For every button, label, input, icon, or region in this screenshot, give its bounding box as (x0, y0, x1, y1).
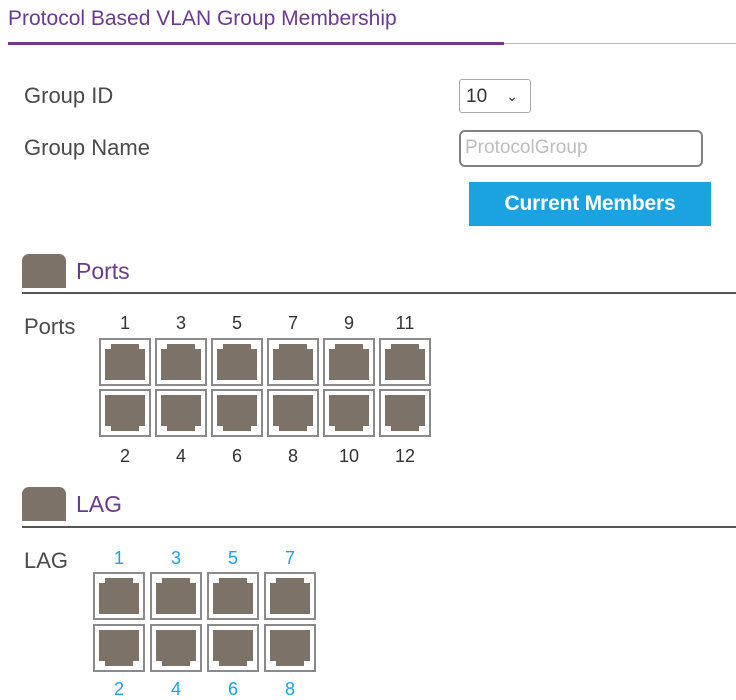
lag-section-title: LAG (76, 491, 123, 517)
port-3[interactable] (155, 338, 207, 386)
port-6[interactable] (211, 389, 263, 437)
port-number: 8 (287, 446, 298, 466)
port-11[interactable] (379, 338, 431, 386)
port-7[interactable] (264, 572, 316, 620)
port-number: 6 (227, 679, 238, 699)
port-number: 7 (287, 313, 298, 333)
port-number: 3 (175, 313, 186, 333)
port-1[interactable] (93, 572, 145, 620)
ports-row-label: Ports (24, 314, 76, 339)
port-number: 7 (284, 548, 295, 568)
port-6[interactable] (207, 624, 259, 672)
port-number: 10 (338, 446, 360, 466)
port-8[interactable] (264, 624, 316, 672)
group-id-select[interactable]: 10 ⌄ (459, 79, 531, 113)
port-12[interactable] (379, 389, 431, 437)
ports-section-title: Ports (76, 258, 130, 284)
title-accent-bar (8, 42, 504, 45)
port-number: 2 (113, 679, 124, 699)
port-5[interactable] (207, 572, 259, 620)
port-number: 6 (231, 446, 242, 466)
port-10[interactable] (323, 389, 375, 437)
lag-section-divider (22, 526, 736, 528)
port-number: 5 (227, 548, 238, 568)
port-number: 1 (113, 548, 124, 568)
port-icon (22, 254, 66, 288)
port-number: 9 (343, 313, 354, 333)
ports-section-divider (22, 292, 736, 294)
port-4[interactable] (150, 624, 202, 672)
group-id-label: Group ID (24, 83, 114, 108)
lag-row-label: LAG (24, 548, 69, 573)
chevron-down-icon: ⌄ (506, 88, 518, 104)
group-id-value: 10 (466, 86, 488, 107)
lag-icon (22, 487, 66, 521)
port-number: 4 (175, 446, 186, 466)
port-number: 5 (231, 313, 242, 333)
port-2[interactable] (99, 389, 151, 437)
port-number: 8 (284, 679, 295, 699)
port-2[interactable] (93, 624, 145, 672)
port-4[interactable] (155, 389, 207, 437)
port-number: 3 (170, 548, 181, 568)
port-number: 11 (395, 313, 415, 333)
port-5[interactable] (211, 338, 263, 386)
port-1[interactable] (99, 338, 151, 386)
port-number: 1 (119, 313, 130, 333)
group-name-label: Group Name (24, 135, 150, 160)
port-7[interactable] (267, 338, 319, 386)
group-name-input[interactable]: ProtocolGroup (459, 130, 703, 167)
port-number: 12 (394, 446, 416, 466)
current-members-button[interactable]: Current Members (469, 182, 711, 226)
port-8[interactable] (267, 389, 319, 437)
page-title: Protocol Based VLAN Group Membership (8, 7, 397, 30)
port-number: 4 (170, 679, 181, 699)
port-3[interactable] (150, 572, 202, 620)
port-number: 2 (119, 446, 130, 466)
port-9[interactable] (323, 338, 375, 386)
